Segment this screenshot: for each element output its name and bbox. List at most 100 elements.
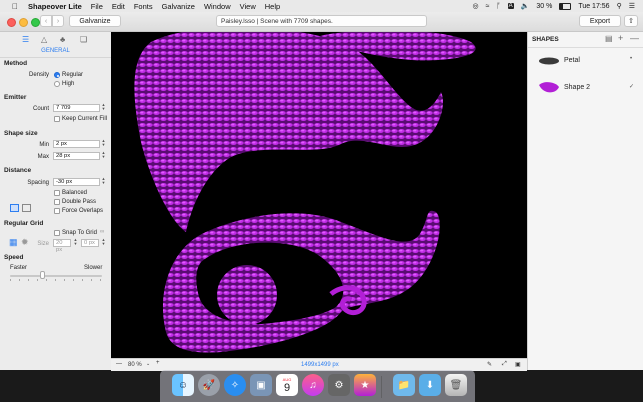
forward-button[interactable]: › (52, 15, 64, 27)
spotlight-icon[interactable]: ⚲ (617, 2, 622, 10)
keep-current-fill-label[interactable]: Keep Current Fill (62, 116, 107, 122)
share-button[interactable]: ⇧ (624, 15, 638, 27)
document-title: Paisley.lsso | Scene with 7709 shapes. (216, 15, 427, 27)
petal-thumbnail-icon (539, 57, 559, 65)
shape-row-petal[interactable]: Petal • (528, 50, 643, 76)
balanced-checkbox[interactable] (54, 190, 60, 196)
menu-fonts[interactable]: Fonts (134, 2, 153, 11)
notification-center-icon[interactable]: ☰ (629, 2, 635, 10)
layers-tab-icon[interactable]: ❏ (80, 35, 87, 44)
preview-icon[interactable]: ▣ (250, 374, 272, 396)
pen-tool-icon[interactable]: ✎ (487, 361, 492, 368)
remove-shape-icon[interactable]: — (630, 33, 639, 43)
force-overlaps-checkbox[interactable] (54, 208, 60, 214)
min-label: Min (39, 142, 49, 148)
volume-icon[interactable]: 🔈 (521, 2, 530, 10)
link-icon[interactable]: ∞ (100, 229, 104, 235)
system-preferences-icon[interactable]: ⚙ (328, 374, 350, 396)
fit-screen-icon[interactable]: ▣ (515, 361, 521, 368)
menu-app-name[interactable]: Shapeover Lite (28, 2, 82, 11)
zoom-dropdown-icon[interactable]: ⌄ (146, 361, 150, 367)
menu-edit[interactable]: Edit (112, 2, 125, 11)
grid-size-w-stepper[interactable]: ▲ ▼ (73, 238, 78, 247)
keyboard-input-icon[interactable]: A (507, 3, 514, 9)
density-regular-radio[interactable] (54, 72, 60, 78)
density-high-label[interactable]: High (62, 81, 74, 87)
double-pass-checkbox[interactable] (54, 199, 60, 205)
back-button[interactable]: ‹ (40, 15, 52, 27)
shapeover-app-icon[interactable]: ★ (354, 374, 376, 396)
menu-view[interactable]: View (240, 2, 256, 11)
distance-mode-shape-icon[interactable] (10, 204, 19, 212)
speed-slider-thumb[interactable] (39, 271, 45, 279)
grid-size-w-input[interactable]: 20 px (53, 239, 71, 253)
apple-icon[interactable]:  (12, 2, 22, 11)
shape-name-petal: Petal (564, 57, 580, 64)
grid-size-h-stepper[interactable]: ▲ ▼ (101, 238, 106, 247)
triangle-tab-icon[interactable]: △ (41, 35, 47, 44)
add-shape-icon[interactable]: + (618, 33, 623, 43)
grid-size-h-input[interactable]: 0 px (81, 239, 99, 247)
snap-to-grid-checkbox[interactable] (54, 230, 60, 236)
creative-cloud-icon[interactable]: ◎ (472, 2, 478, 10)
export-button[interactable]: Export (579, 15, 621, 27)
downloads-folder-icon[interactable]: ⬇ (419, 374, 441, 396)
speed-faster-label: Faster (10, 265, 28, 271)
battery-percent[interactable]: 30 % (536, 3, 552, 10)
force-overlaps-label[interactable]: Force Overlaps (62, 208, 103, 214)
distance-section-title: Distance (4, 167, 32, 174)
menu-galvanize[interactable]: Galvanize (162, 2, 195, 11)
launchpad-icon[interactable]: 🚀 (198, 374, 220, 396)
grid-hex-icon[interactable]: ✹ (21, 237, 29, 248)
clock[interactable]: Tue 17:56 (578, 3, 609, 10)
music-icon[interactable]: ♫ (302, 374, 324, 396)
shapes-panel-title: SHAPES (532, 36, 559, 43)
close-window-button[interactable] (7, 18, 16, 27)
shape-row-shape-2[interactable]: Shape 2 ✓ (528, 76, 643, 102)
bluetooth-icon[interactable]: ᚩ (496, 3, 500, 10)
expand-icon[interactable]: ⤢ (502, 361, 507, 368)
keep-current-fill-checkbox[interactable] (54, 116, 60, 122)
shape-library-icon[interactable]: ▤ (605, 34, 613, 43)
grid-size-label: Size (37, 241, 49, 247)
max-label: Max (37, 154, 49, 160)
double-pass-label[interactable]: Double Pass (62, 199, 96, 205)
menu-help[interactable]: Help (265, 2, 280, 11)
zoom-out-button[interactable]: — (116, 361, 122, 367)
density-regular-label[interactable]: Regular (62, 72, 83, 78)
menu-window[interactable]: Window (204, 2, 231, 11)
spacing-input[interactable]: -30 px (53, 178, 100, 186)
density-high-radio[interactable] (54, 81, 60, 87)
applications-folder-icon[interactable]: 📁 (393, 374, 415, 396)
list-tab-icon[interactable]: ☰ (22, 35, 29, 44)
min-size-stepper[interactable]: ▲ ▼ (101, 139, 106, 148)
speed-slider-track[interactable] (10, 275, 102, 277)
battery-icon[interactable] (559, 2, 572, 10)
safari-icon[interactable]: ✧ (224, 374, 246, 396)
snap-to-grid-label[interactable]: Snap To Grid (62, 230, 97, 236)
galvanize-button[interactable]: Galvanize (69, 15, 121, 27)
count-stepper[interactable]: ▲ ▼ (101, 103, 106, 112)
wifi-icon[interactable]: ≈ (486, 3, 490, 10)
spacing-stepper[interactable]: ▲ ▼ (101, 177, 106, 186)
zoom-window-button[interactable] (31, 18, 40, 27)
min-size-input[interactable]: 2 px (53, 140, 100, 148)
trash-icon[interactable]: 🗑 (445, 374, 467, 396)
design-canvas[interactable] (111, 32, 527, 358)
max-size-input[interactable]: 28 px (53, 152, 100, 160)
tab-title: GENERAL (41, 48, 70, 54)
regular-grid-section-title: Regular Grid (4, 220, 44, 227)
calendar-icon[interactable]: AUG 9 (276, 374, 298, 396)
distance-mode-box-icon[interactable] (22, 204, 31, 212)
balanced-label[interactable]: Balanced (62, 190, 87, 196)
grid-square-icon[interactable]: ▦ (9, 237, 18, 248)
menu-file[interactable]: File (91, 2, 103, 11)
shapes-tab-icon[interactable]: ♣ (60, 35, 65, 44)
zoom-level[interactable]: 80 % (128, 362, 142, 368)
zoom-in-button[interactable]: + (156, 360, 160, 366)
minimize-window-button[interactable] (19, 18, 28, 27)
finder-icon[interactable]: ☺ (172, 374, 194, 396)
emitter-section-title: Emitter (4, 94, 27, 101)
max-size-stepper[interactable]: ▲ ▼ (101, 151, 106, 160)
count-input[interactable]: 7 709 (53, 104, 100, 112)
